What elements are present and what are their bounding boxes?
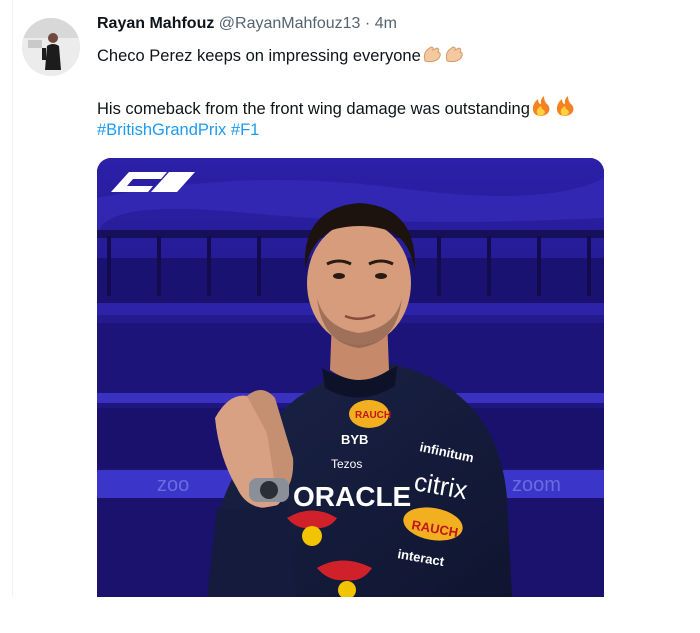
hashtag-british-grand-prix[interactable]: #BritishGrandPrix — [97, 121, 226, 139]
tweet-text-line-1: Checo Perez keeps on impressing everyone — [97, 44, 465, 69]
tweet-text-2: His comeback from the front wing damage … — [97, 100, 530, 118]
fire-icon — [530, 95, 576, 122]
author-name[interactable]: Rayan Mahfouz — [97, 15, 214, 32]
separator-dot: · — [364, 15, 371, 32]
author-handle[interactable]: @RayanMahfouz13 — [219, 15, 361, 32]
tweet-timestamp[interactable]: 4m — [375, 15, 397, 32]
sponsor-rauch-1: RAUCH — [355, 410, 391, 421]
driver-photo: zoo zoom F1 — [97, 158, 604, 598]
clapping-hands-icon — [421, 44, 465, 69]
tweet-hashtags: #BritishGrandPrix #F1 — [97, 121, 259, 140]
sponsor-oracle: ORACLE — [293, 481, 411, 512]
tweet-text: Checo Perez keeps on impressing everyone — [97, 47, 421, 65]
bottom-divider-area — [0, 597, 700, 633]
tweet-media-image[interactable]: zoo zoom F1 — [97, 158, 604, 598]
author-avatar[interactable] — [22, 18, 80, 76]
banner-right-text: zoom — [512, 474, 561, 496]
sponsor-byb: BYB — [341, 432, 368, 447]
banner-left-text: zoo — [157, 474, 189, 496]
avatar-image — [22, 18, 80, 76]
sponsor-tezos: Tezos — [331, 457, 362, 471]
tweet-header: Rayan Mahfouz @RayanMahfouz13 · 4m — [97, 15, 397, 33]
tweet-text-line-2: His comeback from the front wing damage … — [97, 95, 576, 122]
hashtag-f1[interactable]: #F1 — [231, 121, 259, 139]
